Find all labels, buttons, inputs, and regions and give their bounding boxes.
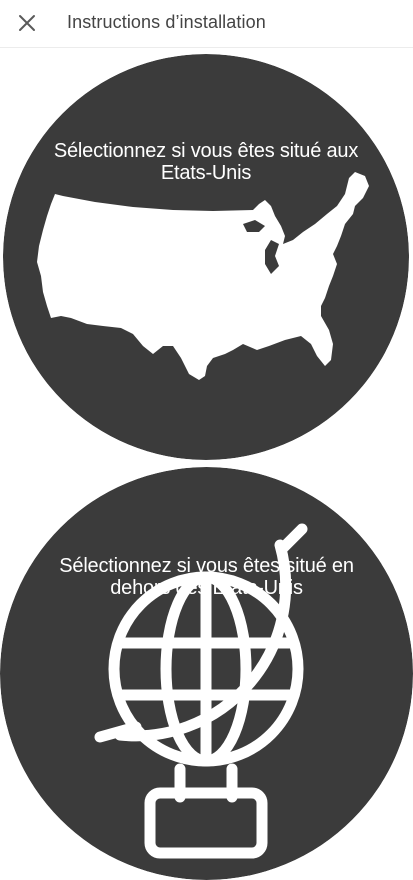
us-map-icon xyxy=(3,54,409,460)
option-in-us[interactable]: Sélectionnez si vous êtes situé aux Etat… xyxy=(3,54,409,460)
close-button[interactable] xyxy=(13,9,41,37)
close-icon xyxy=(19,15,35,31)
top-app-bar: Instructions d’installation xyxy=(0,0,413,48)
page-title: Instructions d’installation xyxy=(67,12,266,32)
option-in-us-label: Sélectionnez si vous êtes situé aux Etat… xyxy=(53,140,359,184)
globe-icon xyxy=(0,467,413,880)
option-outside-us[interactable]: Sélectionnez si vous êtes situé en dehor… xyxy=(0,467,413,880)
option-outside-us-label: Sélectionnez si vous êtes situé en dehor… xyxy=(59,555,354,599)
